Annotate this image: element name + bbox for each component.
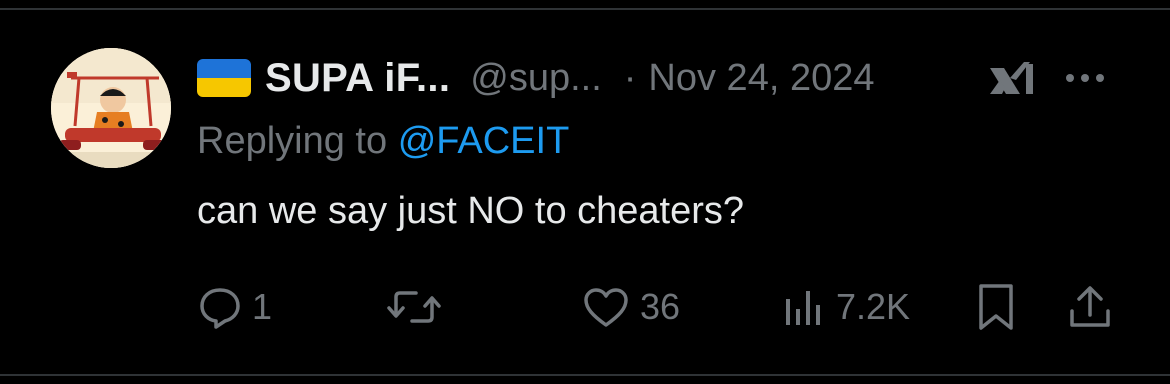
tweet-text: can we say just NO to cheaters?: [197, 190, 745, 232]
reply-count: 1: [252, 286, 273, 327]
replying-to-label: Replying to: [197, 120, 388, 162]
grok-icon[interactable]: [986, 58, 1038, 104]
avatar[interactable]: [51, 48, 171, 168]
more-icon[interactable]: [1066, 70, 1112, 86]
top-divider: [0, 8, 1170, 10]
author-handle[interactable]: @sup...: [470, 57, 602, 100]
tweet-date[interactable]: Nov 24, 2024: [648, 57, 874, 100]
header-separator: ·: [623, 56, 637, 99]
author-display-name[interactable]: SUPA iF...: [265, 56, 450, 101]
views-button[interactable]: 7.2K: [782, 282, 910, 332]
bookmark-icon: [979, 284, 1013, 330]
tweet-header: SUPA iF... @sup... · Nov 24, 2024: [197, 52, 1057, 104]
bookmark-button[interactable]: [974, 282, 1018, 332]
bottom-divider: [0, 374, 1170, 376]
like-icon: [584, 288, 628, 327]
views-icon: [786, 291, 820, 325]
retweet-button[interactable]: [386, 282, 452, 332]
retweet-icon: [387, 291, 441, 323]
like-button[interactable]: 36: [582, 282, 680, 332]
share-icon: [1070, 286, 1110, 327]
ukraine-flag-icon: [197, 59, 251, 97]
share-button[interactable]: [1066, 282, 1114, 332]
views-count: 7.2K: [836, 286, 911, 327]
reply-icon: [200, 288, 240, 329]
reply-button[interactable]: 1: [198, 282, 272, 332]
like-count: 36: [640, 286, 681, 327]
replying-to-line: Replying to @FACEIT: [197, 120, 569, 163]
mention-link[interactable]: @FACEIT: [398, 120, 570, 162]
